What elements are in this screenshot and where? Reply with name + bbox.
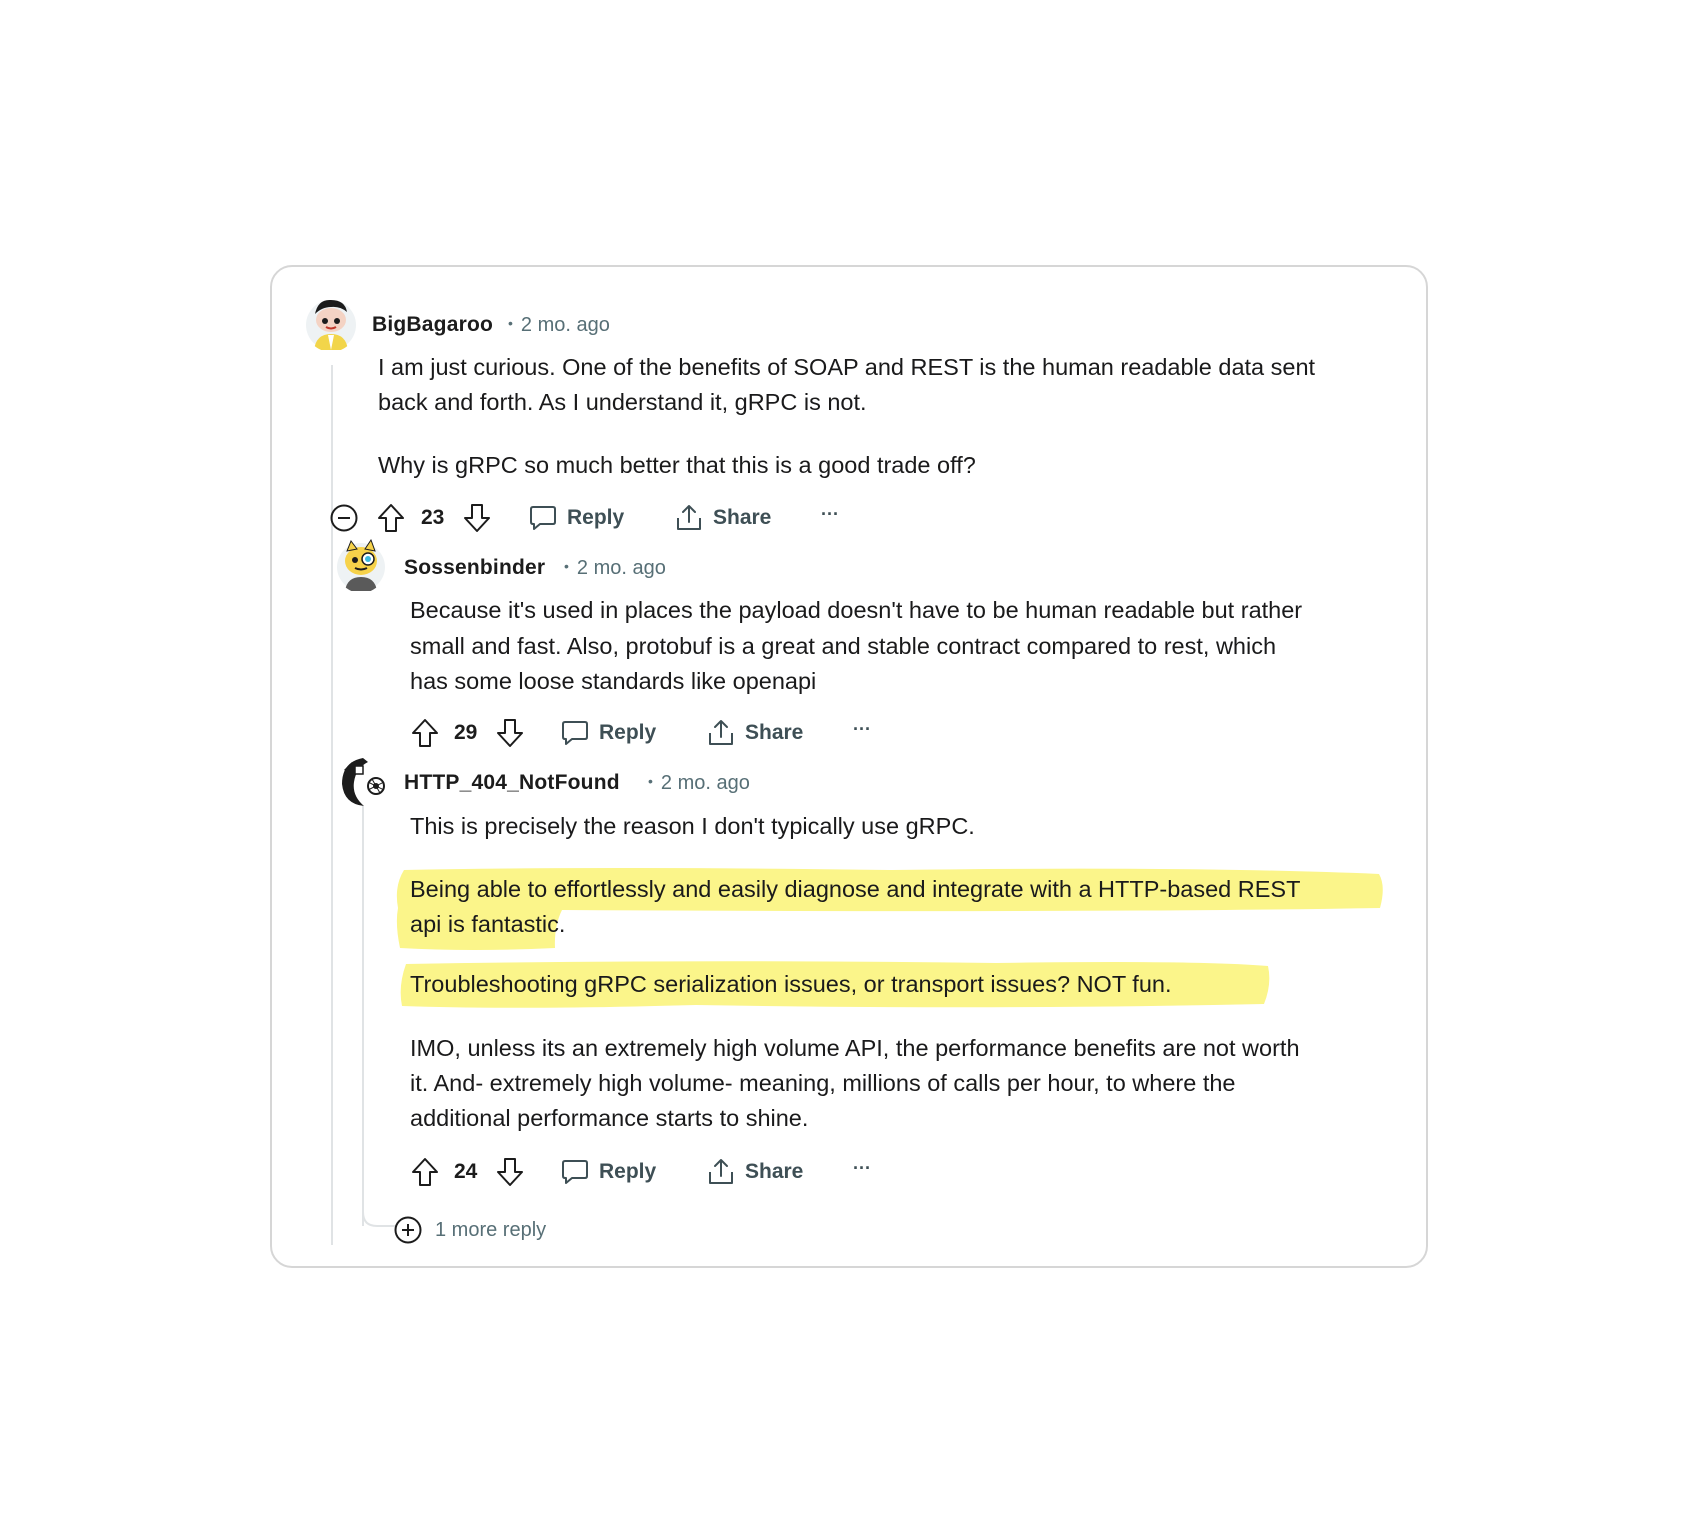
- overflow-menu-icon: ···: [853, 1157, 871, 1178]
- timestamp-text: 2 mo. ago: [660, 772, 750, 794]
- share-button[interactable]: Share: [707, 1152, 803, 1192]
- share-label: Share: [745, 721, 804, 744]
- upvote-button[interactable]: [377, 498, 405, 538]
- snoo-avatar-icon: [306, 299, 356, 350]
- downvote-arrow-icon: [497, 1158, 523, 1186]
- highlighted-text-block: Troubleshooting gRPC serialization issue…: [396, 958, 1276, 1012]
- share-label: Share: [745, 1160, 804, 1183]
- comment-bubble-icon: [530, 506, 556, 530]
- downvote-button[interactable]: [496, 1152, 524, 1192]
- share-button[interactable]: Share: [707, 713, 803, 753]
- comment-actions: 23 Reply Share ···: [329, 498, 889, 538]
- comment-body-line: Because it's used in places the payload …: [410, 597, 1303, 623]
- vote-count: 29: [454, 721, 478, 744]
- snoo-avatar-icon: [337, 538, 385, 591]
- collapse-button[interactable]: [329, 498, 359, 538]
- highlighted-line: api is fantastic.: [410, 911, 566, 937]
- comment-actions: 24 Reply Share ···: [411, 1152, 911, 1192]
- reply-button[interactable]: Reply: [529, 498, 624, 538]
- downvote-button[interactable]: [463, 498, 491, 538]
- comment-body-line: has some loose standards like openapi: [410, 668, 817, 694]
- downvote-arrow-icon: [464, 504, 490, 532]
- comment-body-line: Why is gRPC so much better that this is …: [378, 452, 976, 478]
- reply-label: Reply: [599, 1160, 657, 1183]
- comment-body-line: back and forth. As I understand it, gRPC…: [378, 389, 867, 415]
- comment-body-line: This is precisely the reason I don't typ…: [410, 813, 975, 839]
- downvote-arrow-icon: [497, 719, 523, 747]
- reply-button[interactable]: Reply: [561, 1152, 656, 1192]
- comment-body-line: I am just curious. One of the benefits o…: [378, 354, 1316, 380]
- reply-label: Reply: [599, 721, 657, 744]
- share-label: Share: [713, 506, 772, 529]
- comment-timestamp[interactable]: • 2 mo. ago: [648, 772, 750, 795]
- more-replies-label: 1 more reply: [435, 1218, 547, 1241]
- highlighted-text-block: Being able to effortlessly and easily di…: [392, 864, 1392, 956]
- overflow-menu-icon: ···: [821, 503, 839, 524]
- highlighted-line: Troubleshooting gRPC serialization issue…: [410, 971, 1172, 997]
- comment-username[interactable]: Sossenbinder: [404, 556, 545, 580]
- downvote-button[interactable]: [496, 713, 524, 753]
- avatar[interactable]: [335, 537, 387, 593]
- avatar[interactable]: [304, 294, 358, 352]
- thread-line-reply[interactable]: [362, 806, 364, 1226]
- reply-label: Reply: [567, 506, 625, 529]
- share-icon: [709, 1159, 733, 1184]
- collapse-icon: [330, 504, 358, 532]
- more-options-button[interactable]: ···: [853, 709, 871, 749]
- comment-timestamp[interactable]: • 2 mo. ago: [508, 314, 610, 337]
- comment-timestamp[interactable]: • 2 mo. ago: [564, 557, 666, 580]
- share-icon: [709, 720, 733, 745]
- timestamp-text: 2 mo. ago: [520, 314, 610, 336]
- snoo-avatar-icon: [339, 758, 387, 806]
- comment-bubble-icon: [562, 1160, 588, 1184]
- upvote-arrow-icon: [412, 1158, 438, 1186]
- comment-body-line: additional performance starts to shine.: [410, 1105, 809, 1131]
- vote-count: 23: [421, 506, 445, 529]
- more-replies-button[interactable]: 1 more reply: [393, 1215, 546, 1245]
- comment-username[interactable]: BigBagaroo: [372, 313, 493, 337]
- vote-count: 24: [454, 1160, 478, 1183]
- share-button[interactable]: Share: [675, 498, 771, 538]
- comment-bubble-icon: [562, 721, 588, 745]
- overflow-menu-icon: ···: [853, 718, 871, 739]
- upvote-arrow-icon: [378, 504, 404, 532]
- comment-body-line: small and fast. Also, protobuf is a grea…: [410, 633, 1277, 659]
- comment-body-line: IMO, unless its an extremely high volume…: [410, 1035, 1300, 1061]
- thread-line-root[interactable]: [331, 365, 333, 1245]
- avatar[interactable]: [338, 752, 388, 808]
- expand-plus-icon: [394, 1216, 422, 1244]
- upvote-arrow-icon: [412, 719, 438, 747]
- comment-actions: 29 Reply Share ···: [411, 713, 911, 753]
- share-icon: [677, 505, 701, 530]
- reply-button[interactable]: Reply: [561, 713, 656, 753]
- comment-username[interactable]: HTTP_404_NotFound: [404, 771, 620, 795]
- comment-body-line: it. And- extremely high volume- meaning,…: [410, 1070, 1236, 1096]
- more-options-button[interactable]: ···: [853, 1148, 871, 1188]
- upvote-button[interactable]: [411, 1152, 439, 1192]
- upvote-button[interactable]: [411, 713, 439, 753]
- highlighted-line: Being able to effortlessly and easily di…: [410, 876, 1301, 902]
- more-options-button[interactable]: ···: [821, 494, 839, 534]
- timestamp-text: 2 mo. ago: [576, 557, 666, 579]
